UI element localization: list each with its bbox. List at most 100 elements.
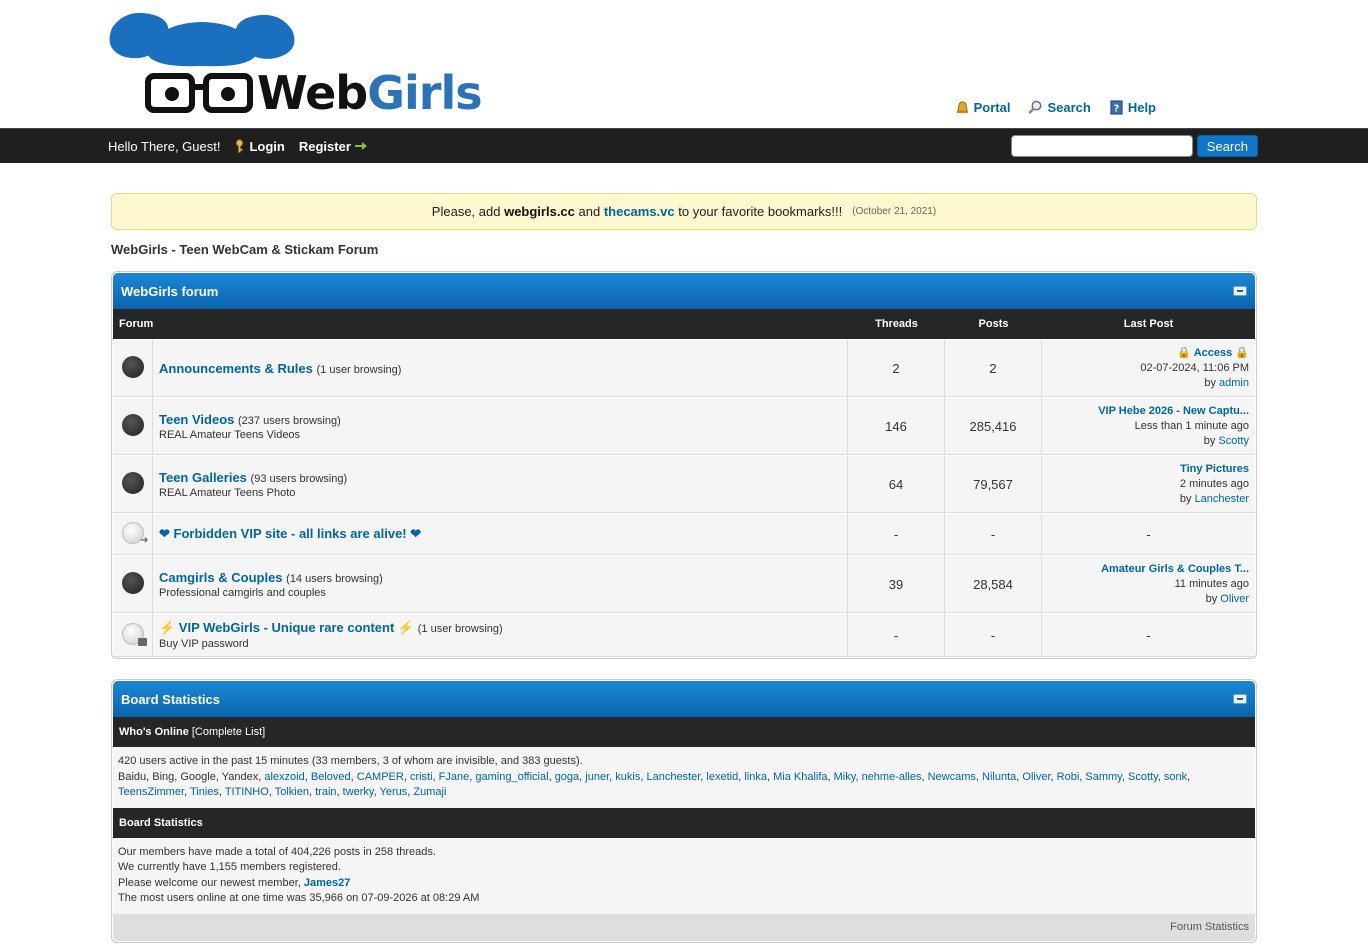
online-user-link[interactable]: train — [315, 786, 336, 798]
lock-icon — [137, 637, 147, 646]
online-user-link[interactable]: twerky — [343, 786, 374, 798]
announcement-banner: Please, add webgirls.cc and thecams.vc t… — [111, 193, 1257, 230]
search-link[interactable]: Search — [1028, 100, 1091, 115]
search-button[interactable]: Search — [1196, 135, 1258, 157]
online-user-link[interactable]: nehme-alles — [862, 771, 922, 783]
online-user-link[interactable]: lexetid — [706, 771, 738, 783]
arrow-right-icon — [354, 142, 367, 150]
forum-row: ➜ ❤ Forbidden VIP site - all links are a… — [113, 513, 1255, 555]
online-user-link[interactable]: TITINHO — [225, 786, 269, 798]
board-statistics: Board Statistics Who's Online [Complete … — [111, 679, 1257, 943]
forum-section: WebGirls forum Forum Threads Posts Last … — [111, 271, 1257, 659]
last-post-user-link[interactable]: Lanchester — [1195, 493, 1249, 505]
site-logo[interactable]: WebGirls — [102, 8, 483, 120]
last-post-link[interactable]: Amateur Girls & Couples T... — [1101, 563, 1249, 575]
online-user-link[interactable]: Tolkien — [275, 786, 309, 798]
thread-count: 64 — [848, 455, 945, 513]
online-user-link[interactable]: FJane — [439, 771, 470, 783]
announcement-site1: webgirls.cc — [504, 204, 575, 219]
help-book-icon: ? — [1110, 100, 1123, 115]
last-post-link[interactable]: Tiny Pictures — [1180, 463, 1249, 475]
post-count: - — [945, 613, 1042, 657]
forum-row: Camgirls & Couples (14 users browsing) P… — [113, 555, 1255, 613]
online-user-link[interactable]: goga — [555, 771, 579, 783]
online-user-link[interactable]: Miky — [834, 771, 856, 783]
online-user-link[interactable]: Zumaji — [413, 786, 446, 798]
forum-link[interactable]: Teen Galleries — [159, 470, 247, 485]
collapse-icon[interactable] — [1233, 694, 1247, 704]
forum-link[interactable]: Camgirls & Couples — [159, 570, 283, 585]
post-count: - — [945, 513, 1042, 555]
site-header: WebGirls Portal Search ? Help — [0, 0, 1368, 128]
online-user-link[interactable]: Oliver — [1022, 771, 1050, 783]
forum-statistics-footer: Forum Statistics — [113, 913, 1255, 941]
forum-table-header: Forum Threads Posts Last Post — [113, 309, 1255, 339]
online-user-link[interactable]: CAMPER — [357, 771, 404, 783]
online-user-link[interactable]: TeensZimmer — [118, 786, 184, 798]
online-user-link[interactable]: Mia Khalifa — [773, 771, 827, 783]
online-user-link[interactable]: Beloved — [311, 771, 351, 783]
last-post-user-link[interactable]: Scotty — [1218, 435, 1249, 447]
online-user-link[interactable]: Newcams — [928, 771, 976, 783]
board-statistics-subheader: Board Statistics — [113, 807, 1255, 838]
guest-greeting: Hello There, Guest! — [108, 138, 221, 154]
forum-table: Forum Threads Posts Last Post Announceme… — [113, 309, 1255, 657]
forum-statistics-link[interactable]: Forum Statistics — [1170, 921, 1249, 933]
online-user-link[interactable]: gaming_official — [475, 771, 548, 783]
online-user-link[interactable]: Tinies — [190, 786, 219, 798]
whos-online-header: Who's Online [Complete List] — [113, 717, 1255, 747]
newest-member-link[interactable]: James27 — [304, 877, 351, 889]
redirect-arrow-icon: ➜ — [140, 534, 149, 546]
board-title: WebGirls - Teen WebCam & Stickam Forum — [111, 242, 379, 257]
announcement-site2-link[interactable]: thecams.vc — [604, 204, 675, 219]
thread-count: 39 — [848, 555, 945, 613]
login-link[interactable]: Login — [234, 139, 285, 154]
logo-wordmark: WebGirls — [257, 66, 483, 120]
last-post-user-link[interactable]: Oliver — [1220, 593, 1249, 605]
online-user-link[interactable]: Lanchester — [646, 771, 700, 783]
complete-list-link[interactable]: [Complete List] — [192, 726, 265, 738]
thread-count: 146 — [848, 397, 945, 455]
forum-row: ⚡ VIP WebGirls - Unique rare content ⚡ (… — [113, 613, 1255, 657]
last-post-link[interactable]: VIP Hebe 2026 - New Captu... — [1098, 405, 1249, 417]
online-user-link[interactable]: linka — [744, 771, 767, 783]
online-user-link[interactable]: Sammy — [1085, 771, 1121, 783]
forum-link[interactable]: ⚡ VIP WebGirls - Unique rare content ⚡ — [159, 620, 414, 635]
redirect-forum-icon: ➜ — [121, 521, 149, 546]
svg-text:?: ? — [1114, 103, 1119, 114]
register-link[interactable]: Register — [299, 139, 367, 154]
online-user-link[interactable]: Yerus — [380, 786, 408, 798]
collapse-icon[interactable] — [1233, 286, 1247, 296]
board-statistics-header: Board Statistics — [113, 681, 1255, 717]
forum-link[interactable]: ❤ Forbidden VIP site - all links are ali… — [159, 526, 421, 541]
online-user-link[interactable]: alexzoid — [264, 771, 304, 783]
help-link[interactable]: ? Help — [1109, 100, 1156, 115]
forum-section-header: WebGirls forum — [113, 273, 1255, 309]
online-user-link[interactable]: juner — [585, 771, 609, 783]
post-count: 285,416 — [945, 397, 1042, 455]
last-post: VIP Hebe 2026 - New Captu... Less than 1… — [1042, 397, 1255, 455]
online-user-link[interactable]: Scotty — [1128, 771, 1158, 783]
online-user-link[interactable]: Nilunta — [982, 771, 1016, 783]
forum-link[interactable]: Teen Videos — [159, 412, 234, 427]
forum-status-icon — [121, 571, 144, 594]
whos-online-body: 420 users active in the past 15 minutes … — [113, 747, 1255, 808]
board-statistics-body: Our members have made a total of 404,226… — [113, 837, 1255, 914]
last-post-user-link[interactable]: admin — [1219, 377, 1249, 389]
locked-forum-icon — [121, 622, 147, 646]
online-user-link[interactable]: kukis — [615, 771, 640, 783]
thread-count: - — [848, 513, 945, 555]
forum-link[interactable]: Announcements & Rules — [159, 361, 313, 376]
portal-link[interactable]: Portal — [955, 100, 1010, 115]
online-user-link[interactable]: Robi — [1057, 771, 1080, 783]
forum-description: REAL Amateur Teens Photo — [159, 486, 296, 499]
last-post-link[interactable]: 🔒 Access 🔒 — [1177, 347, 1249, 359]
last-post: Amateur Girls & Couples T... 11 minutes … — [1042, 555, 1255, 613]
online-user-link[interactable]: sonk — [1164, 771, 1187, 783]
key-icon — [236, 139, 244, 153]
last-post: 🔒 Access 🔒 02-07-2024, 11:06 PM by admin — [1042, 339, 1255, 397]
search-input[interactable] — [1010, 135, 1193, 157]
last-post: Tiny Pictures 2 minutes ago by Lancheste… — [1042, 455, 1255, 513]
forum-status-icon — [121, 355, 144, 378]
online-user-link[interactable]: cristi — [410, 771, 433, 783]
